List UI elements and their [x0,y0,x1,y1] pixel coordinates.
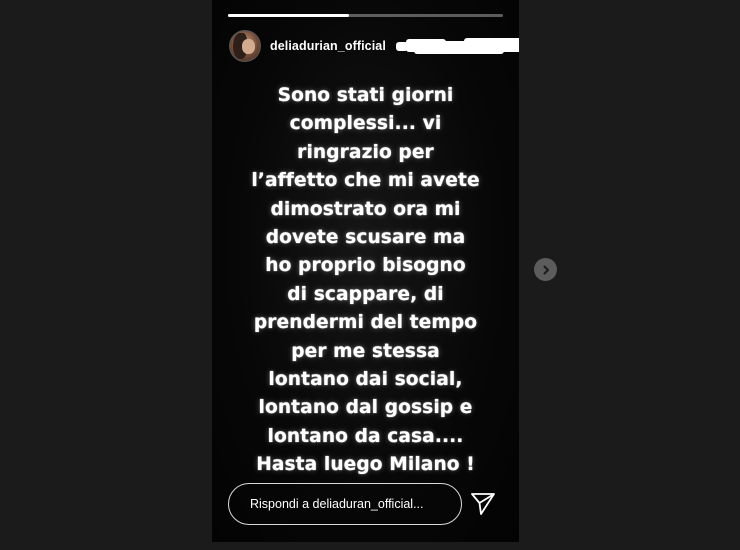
redaction-scribble [394,36,519,56]
reply-placeholder: Rispondi a deliaduran_official... [250,497,424,511]
message-line: ringrazio per [297,141,434,163]
message-line: lontano dal gossip e [258,397,473,419]
message-line: ho proprio bisogno [265,255,466,277]
message-line: lontano da casa.... [267,425,464,447]
message-line: dovete scusare ma [265,227,466,249]
avatar[interactable] [229,30,261,62]
story-progress-fill [228,14,349,17]
message-line: Sono stati giorni [277,85,454,106]
message-line: complessi... vi [289,113,442,135]
message-line: l’affetto che mi avete [251,170,480,192]
message-line: lontano dai social, [268,369,463,391]
story-card[interactable]: deliadurian_official Sono stati giorni c… [212,0,519,542]
paper-plane-icon [471,493,495,515]
reply-input[interactable]: Rispondi a deliaduran_official... [228,483,462,525]
message-line: Hasta luego Milano ! [256,454,475,476]
story-message: Sono stati giorni complessi... vi ringra… [212,82,519,480]
message-line: dimostrato ora mi [270,198,461,220]
chevron-right-icon [543,265,549,274]
send-button[interactable] [469,490,497,518]
story-header: deliadurian_official [229,30,386,62]
story-viewer: deliadurian_official Sono stati giorni c… [0,0,740,550]
message-line: di scappare, di [287,283,444,305]
message-line: per me stessa [291,340,440,362]
next-story-button[interactable] [534,258,557,281]
story-progress-bar [228,14,503,17]
username[interactable]: deliadurian_official [270,39,386,53]
message-line: prendermi del tempo [253,312,478,334]
